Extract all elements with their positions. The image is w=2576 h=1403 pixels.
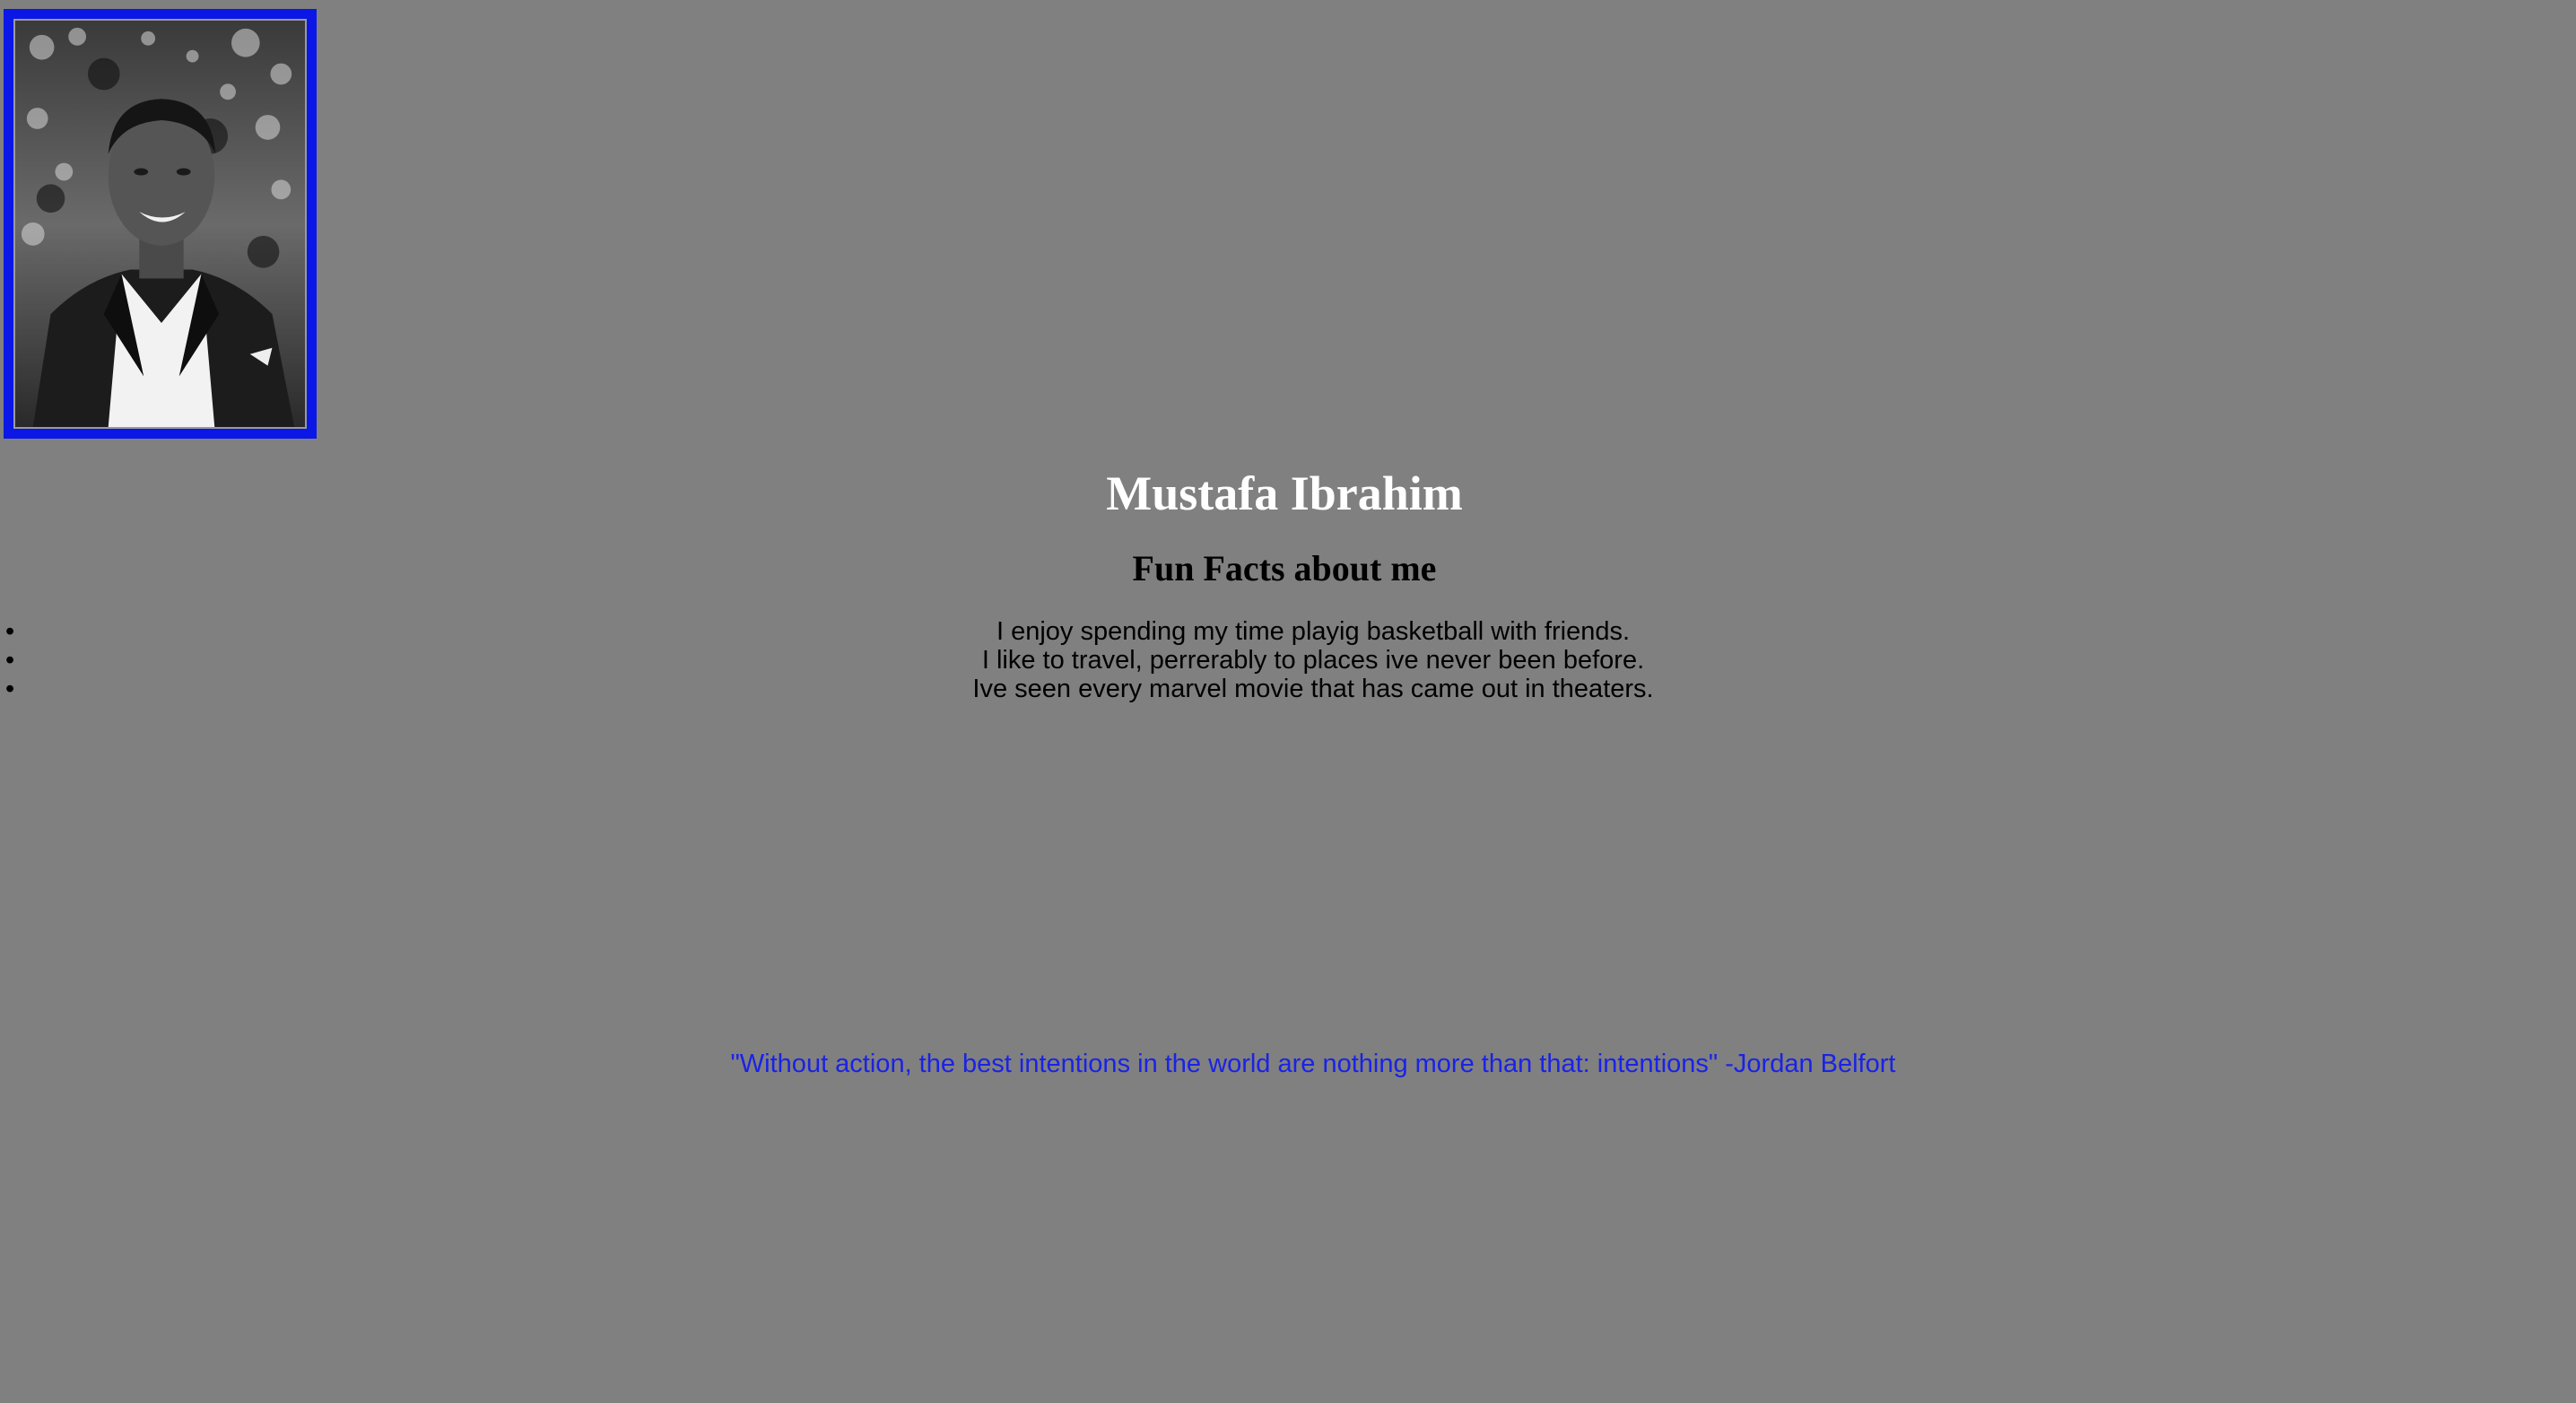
profile-photo bbox=[13, 19, 307, 429]
profile-photo-frame bbox=[4, 9, 317, 439]
bullet-icon: • bbox=[5, 646, 15, 675]
page-title: Mustafa Ibrahim bbox=[1106, 466, 1463, 520]
fun-fact-text: I like to travel, perrerably to places i… bbox=[981, 646, 1645, 675]
fun-facts-list: • I enjoy spending my time playig basket… bbox=[5, 617, 2567, 703]
list-item: • I like to travel, perrerably to places… bbox=[5, 646, 2567, 675]
list-item: • Ive seen every marvel movie that has c… bbox=[5, 675, 2567, 703]
fun-fact-text: Ive seen every marvel movie that has cam… bbox=[972, 675, 1654, 703]
fun-facts-heading: Fun Facts about me bbox=[1132, 548, 1437, 588]
quote: "Without action, the best intentions in … bbox=[730, 1050, 1896, 1078]
list-item: • I enjoy spending my time playig basket… bbox=[5, 617, 2567, 646]
bullet-icon: • bbox=[5, 675, 15, 703]
bullet-icon: • bbox=[5, 617, 15, 646]
fun-fact-text: I enjoy spending my time playig basketba… bbox=[996, 617, 1631, 646]
